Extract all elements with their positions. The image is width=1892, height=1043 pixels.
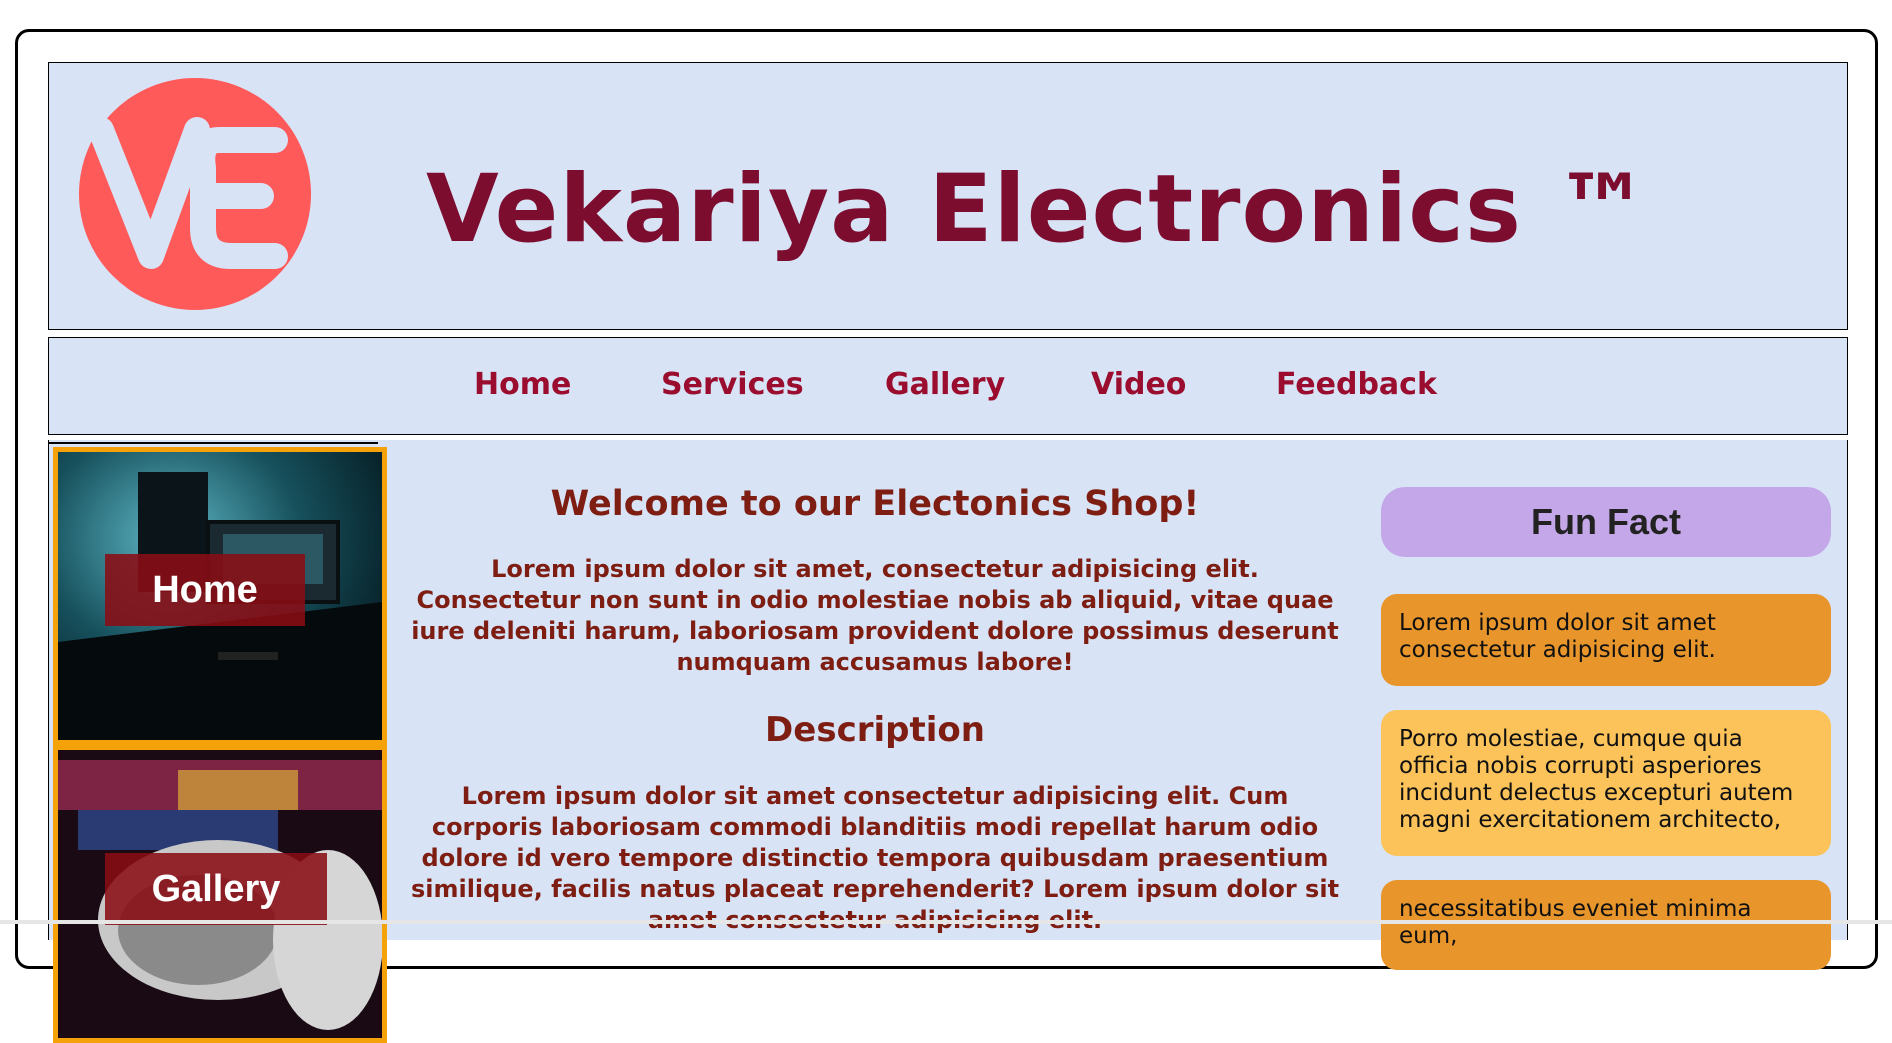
nav-home-link[interactable]: Home — [474, 370, 571, 400]
nav-feedback-link[interactable]: Feedback — [1276, 370, 1437, 400]
description-text: Lorem ipsum dolor sit amet consectetur a… — [410, 782, 1340, 934]
sidebar-divider — [48, 442, 378, 444]
sidebar-tile-home[interactable]: Home — [53, 447, 387, 745]
fact-card: necessitatibus eveniet minima eum, — [1381, 880, 1831, 970]
fact-card: Porro molestiae, cumque quia officia nob… — [1381, 710, 1831, 856]
welcome-heading: Welcome to our Electonics Shop! — [550, 484, 1200, 524]
nav-services-link[interactable]: Services — [661, 370, 804, 400]
logo-icon[interactable] — [79, 78, 311, 310]
welcome-text: Lorem ipsum dolor sit amet, consectetur … — [411, 555, 1339, 676]
tile-label: Gallery — [105, 853, 327, 925]
nav-gallery-link[interactable]: Gallery — [885, 370, 1005, 400]
description-heading: Description — [765, 710, 985, 750]
site-title: Vekariya Electronics ™ — [426, 155, 1651, 264]
sidebar-tile-gallery[interactable]: Gallery — [53, 745, 387, 1043]
tile-label: Home — [105, 554, 305, 626]
horizontal-scrollbar[interactable] — [0, 920, 1892, 924]
fact-card: Lorem ipsum dolor sit amet consectetur a… — [1381, 594, 1831, 686]
nav-video-link[interactable]: Video — [1091, 370, 1186, 400]
fun-fact-title: Fun Fact — [1381, 487, 1831, 557]
